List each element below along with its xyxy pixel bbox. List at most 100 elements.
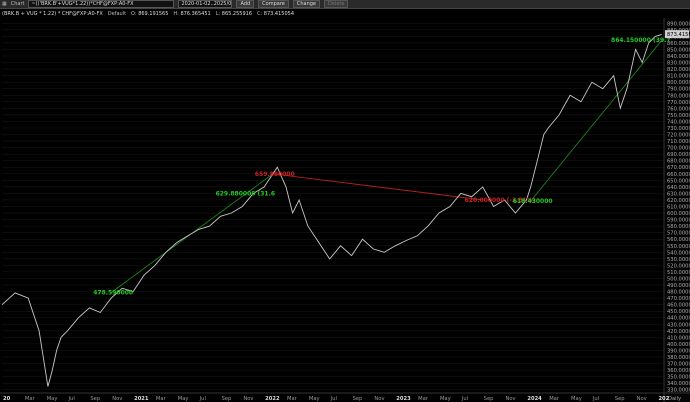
y-tick-label: 570.000000: [667, 231, 690, 237]
chart-icon[interactable]: ▦: [2, 0, 7, 8]
y-tick-label: 410.000000: [667, 335, 690, 341]
y-tick-label: 330.000000: [667, 388, 690, 394]
x-tick-label: Sep: [90, 396, 100, 402]
x-tick-label: Mar: [549, 396, 560, 402]
x-tick-label: Nov: [637, 396, 647, 402]
x-tick-label: 20: [3, 396, 11, 402]
x-tick-label: Mar: [25, 396, 36, 402]
high-value-group: H: 876.365451: [173, 11, 210, 17]
x-tick-label: Nov: [243, 396, 253, 402]
y-tick-label: 420.000000: [667, 329, 690, 335]
x-tick-label: Sep: [353, 396, 363, 402]
chart-toolbar: ▦ Chart ~(('BRK.B'+VUG*1.22))*CHF@FXP:A0…: [0, 0, 690, 9]
x-tick-label: Sep: [221, 396, 231, 402]
x-tick-label: Jul: [199, 396, 206, 402]
chart-label: Chart: [10, 1, 25, 7]
y-tick-label: 740.000000: [667, 119, 690, 125]
x-tick-label: May: [440, 396, 451, 402]
y-tick-label: 630.000000: [667, 191, 690, 197]
y-tick-label: 620.000000: [667, 198, 690, 204]
symbol-info-row: (BRK.B + VUG * 1.22) * CHF@FXP:A0-FX Def…: [0, 10, 690, 18]
y-tick-label: 460.000000: [667, 303, 690, 309]
x-tick-label: Jul: [592, 396, 599, 402]
y-tick-label: 550.000000: [667, 244, 690, 250]
y-tick-label: 580.000000: [667, 224, 690, 230]
period-label: Daily: [668, 396, 681, 402]
y-tick-label: 770.000000: [667, 100, 690, 106]
y-tick-label: 710.000000: [667, 139, 690, 145]
y-tick-label: 850.000000: [667, 47, 690, 53]
y-tick-label: 540.000000: [667, 250, 690, 256]
x-tick-label: 2024: [527, 396, 542, 402]
y-tick-label: 670.000000: [667, 165, 690, 171]
y-tick-label: 730.000000: [667, 126, 690, 132]
delete-button[interactable]: Delete: [324, 0, 349, 8]
y-tick-label: 370.000000: [667, 362, 690, 368]
close-label: C:: [257, 11, 263, 17]
y-tick-label: 340.000000: [667, 381, 690, 387]
y-tick-label: 510.000000: [667, 270, 690, 276]
y-tick-label: 810.000000: [667, 74, 690, 80]
date-range-input[interactable]: 2020-01-02..2025/0: [178, 0, 233, 8]
y-tick-label: 610.000000: [667, 205, 690, 211]
change-button[interactable]: Change: [292, 0, 321, 8]
x-tick-label: 2022: [265, 396, 280, 402]
low-value: 865.255916: [221, 11, 253, 17]
y-tick-label: 480.000000: [667, 290, 690, 296]
y-tick-label: 530.000000: [667, 257, 690, 263]
y-tick-label: 650.000000: [667, 178, 690, 184]
annotation-label: 618.430000: [513, 198, 553, 205]
y-tick-label: 790.000000: [667, 87, 690, 93]
x-tick-label: Mar: [156, 396, 167, 402]
annotation-label: 659.880000: [255, 171, 295, 178]
x-tick-label: May: [47, 396, 58, 402]
x-tick-label: May: [309, 396, 320, 402]
y-tick-label: 430.000000: [667, 322, 690, 328]
low-label: L:: [215, 11, 221, 17]
x-tick-label: Jul: [68, 396, 75, 402]
x-tick-label: Mar: [287, 396, 298, 402]
y-tick-label: 600.000000: [667, 211, 690, 217]
x-tick-label: May: [571, 396, 582, 402]
high-value: 876.365451: [180, 11, 211, 17]
x-tick-label: Jul: [330, 396, 337, 402]
y-tick-label: 680.000000: [667, 159, 690, 165]
x-tick-label: Jul: [461, 396, 468, 402]
y-tick-label: 360.000000: [667, 368, 690, 374]
add-button[interactable]: Add: [236, 0, 255, 8]
price-chart[interactable]: 890.000000880.000000870.000000860.000000…: [0, 18, 690, 402]
close-value: 873.415054: [263, 11, 295, 17]
y-tick-label: 660.000000: [667, 172, 690, 178]
y-tick-label: 890.000000: [667, 21, 690, 27]
y-tick-label: 820.000000: [667, 67, 690, 73]
annotation-label: 864.150000 (39.7: [611, 37, 671, 44]
y-tick-label: 450.000000: [667, 309, 690, 315]
y-tick-label: 640.000000: [667, 185, 690, 191]
y-tick-label: 780.000000: [667, 93, 690, 99]
y-tick-label: 350.000000: [667, 375, 690, 381]
high-label: H:: [173, 11, 179, 17]
open-label: O:: [131, 11, 137, 17]
y-tick-label: 560.000000: [667, 237, 690, 243]
compare-button[interactable]: Compare: [258, 0, 289, 8]
y-tick-label: 760.000000: [667, 106, 690, 112]
x-tick-label: Nov: [374, 396, 384, 402]
y-tick-label: 690.000000: [667, 152, 690, 158]
trend-line-green: [530, 39, 663, 202]
y-tick-label: 840.000000: [667, 54, 690, 60]
x-tick-label: Nov: [506, 396, 516, 402]
x-tick-label: Sep: [484, 396, 494, 402]
annotation-label: 478.590000: [93, 289, 133, 296]
x-tick-label: Sep: [615, 396, 625, 402]
y-tick-label: 440.000000: [667, 316, 690, 322]
y-tick-label: 590.000000: [667, 218, 690, 224]
y-tick-label: 830.000000: [667, 61, 690, 67]
low-value-group: L: 865.255916: [216, 11, 252, 17]
y-tick-label: 380.000000: [667, 355, 690, 361]
y-tick-label: 500.000000: [667, 276, 690, 282]
last-price-label: 873.415054: [667, 32, 690, 38]
open-value: 869.191565: [138, 11, 169, 17]
open-value-group: O: 869.191565: [131, 11, 168, 17]
symbol-input[interactable]: ~(('BRK.B'+VUG*1.22))*CHF@FXP:A0-FX: [28, 0, 175, 8]
price-line: [1, 33, 662, 387]
